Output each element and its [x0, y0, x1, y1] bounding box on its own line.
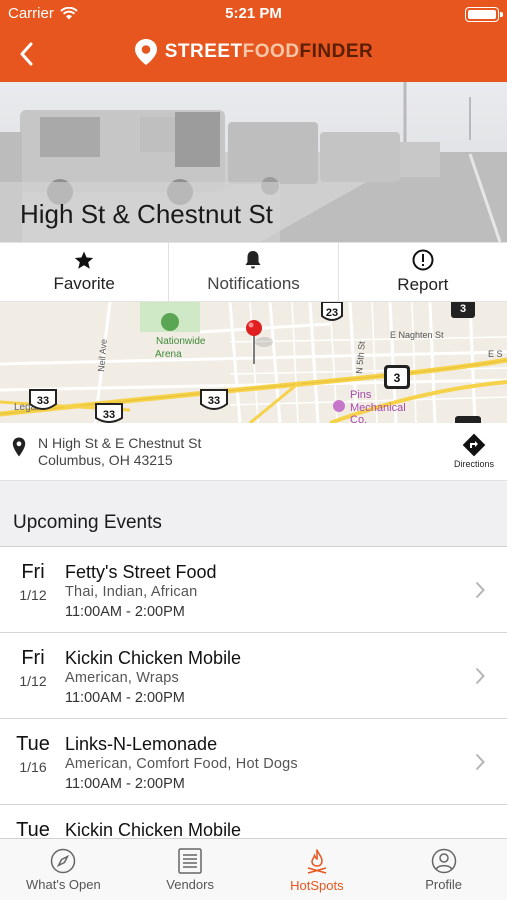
event-row[interactable]: Tue Kickin Chicken Mobile: [0, 805, 507, 838]
tab-label: Vendors: [166, 877, 214, 892]
location-hero: High St & Chestnut St: [0, 82, 507, 242]
event-hours: 11:00AM - 2:00PM: [65, 776, 185, 792]
battery-icon: [465, 7, 503, 22]
map-label-pins-2: Mechanical: [350, 402, 406, 414]
section-title: Upcoming Events: [13, 512, 162, 533]
event-vendor-name: Links-N-Lemonade: [65, 734, 218, 754]
route-3-top-number: 3: [460, 303, 466, 315]
location-pin-icon: [12, 437, 26, 457]
list-icon: [178, 848, 202, 874]
directions-button[interactable]: Directions: [451, 433, 497, 469]
favorite-button[interactable]: Favorite: [0, 243, 170, 301]
notifications-button[interactable]: Notifications: [169, 243, 339, 301]
event-day: Tue: [16, 819, 50, 838]
event-day: Tue: [16, 733, 50, 755]
notifications-label: Notifications: [207, 274, 300, 293]
map-label-pins-1: Pins: [350, 389, 372, 401]
map-label-naghten: E Naghten St: [390, 330, 444, 340]
event-categories: American, Comfort Food, Hot Dogs: [65, 756, 298, 772]
address-line-1: N High St & E Chestnut St: [38, 435, 202, 451]
directions-icon: [462, 433, 486, 457]
status-bar: Carrier 5:21 PM: [0, 0, 507, 28]
map-label-es: E S: [488, 349, 503, 359]
app-header: Carrier 5:21 PM STREETFOODFINDER: [0, 0, 507, 82]
chevron-right-icon: [475, 667, 485, 685]
route-33-shield-2: 33: [95, 403, 123, 423]
route-33-number-3: 33: [208, 395, 220, 407]
tab-whats-open[interactable]: What's Open: [0, 839, 127, 900]
tab-hotspots[interactable]: HotSpots: [254, 839, 381, 900]
map-label-pins-3: Co.: [350, 414, 367, 423]
map-canvas: Nationwide Arena Neil Ave E Naghten St N…: [0, 302, 507, 423]
bell-icon: [245, 251, 261, 269]
event-vendor-name: Kickin Chicken Mobile: [65, 820, 242, 838]
route-33-shield-1: 33: [29, 389, 57, 410]
address-text: N High St & E Chestnut St Columbus, OH 4…: [38, 435, 201, 469]
compass-icon: [51, 848, 76, 874]
upcoming-events-header: Upcoming Events: [0, 480, 507, 546]
map-label-arena-1: Nationwide: [156, 336, 206, 347]
event-categories: Thai, Indian, African: [65, 584, 198, 600]
route-3-number: 3: [394, 371, 401, 385]
report-button[interactable]: Report: [339, 243, 507, 301]
action-bar: Favorite Notifications Report: [0, 242, 507, 302]
location-map[interactable]: Nationwide Arena Neil Ave E Naghten St N…: [0, 302, 507, 423]
address-line-2: Columbus, OH 43215: [38, 452, 173, 468]
tab-label: HotSpots: [290, 878, 344, 893]
route-3-shield: 3: [384, 365, 410, 389]
report-label: Report: [397, 275, 449, 294]
event-categories: American, Wraps: [65, 670, 179, 686]
star-icon: [74, 251, 94, 269]
profile-icon: [431, 848, 456, 874]
favorite-label: Favorite: [53, 273, 115, 293]
tab-label: What's Open: [26, 877, 101, 892]
status-time: 5:21 PM: [225, 5, 282, 22]
events-list: Fri 1/12 Fetty's Street Food Thai, India…: [0, 546, 507, 838]
event-vendor-name: Fetty's Street Food: [65, 562, 217, 582]
fire-icon: [307, 849, 327, 874]
event-day: Fri: [21, 647, 45, 669]
route-33-number-2: 33: [103, 409, 115, 421]
location-pin-icon: [134, 39, 157, 65]
brand-word-finder: FINDER: [299, 41, 374, 62]
event-date: 1/16: [19, 759, 47, 775]
bowling-map-icon: [333, 400, 345, 412]
route-3-shield-top: 3: [451, 302, 475, 318]
directions-label: Directions: [453, 459, 494, 469]
event-date: 1/12: [19, 673, 47, 689]
event-row[interactable]: Fri 1/12 Fetty's Street Food Thai, India…: [0, 547, 507, 633]
event-vendor-name: Kickin Chicken Mobile: [65, 648, 242, 668]
event-hours: 11:00AM - 2:00PM: [65, 690, 185, 706]
alert-icon: [412, 249, 434, 271]
chevron-right-icon: [475, 581, 485, 599]
event-hours: 11:00AM - 2:00PM: [65, 604, 185, 620]
event-row[interactable]: Fri 1/12 Kickin Chicken Mobile American,…: [0, 633, 507, 719]
route-shield-partial: [455, 416, 481, 423]
tab-bar: What's Open Vendors HotSpots Profile: [0, 838, 507, 900]
event-row[interactable]: Tue 1/16 Links-N-Lemonade American, Comf…: [0, 719, 507, 805]
arena-map-icon: [161, 313, 179, 331]
brand-wordmark: STREETFOODFINDER: [165, 41, 374, 63]
nav-bar: STREETFOODFINDER: [0, 28, 507, 82]
event-date: 1/12: [19, 587, 47, 603]
tab-label: Profile: [425, 877, 463, 892]
route-23-number: 23: [326, 307, 338, 319]
route-33-shield-3: 33: [200, 389, 228, 410]
brand-word-street: STREET: [164, 41, 243, 62]
event-day: Fri: [21, 561, 45, 583]
map-label-arena-2: Arena: [155, 349, 182, 360]
location-title: High St & Chestnut St: [20, 199, 273, 229]
route-23-shield: 23: [321, 302, 343, 321]
address-row: N High St & E Chestnut St Columbus, OH 4…: [0, 423, 507, 480]
tab-vendors[interactable]: Vendors: [127, 839, 254, 900]
tab-profile[interactable]: Profile: [380, 839, 507, 900]
chevron-right-icon: [475, 753, 485, 771]
route-33-number-1: 33: [37, 395, 49, 407]
brand-word-food: FOOD: [242, 41, 300, 62]
app-logo: STREETFOODFINDER: [0, 38, 507, 66]
